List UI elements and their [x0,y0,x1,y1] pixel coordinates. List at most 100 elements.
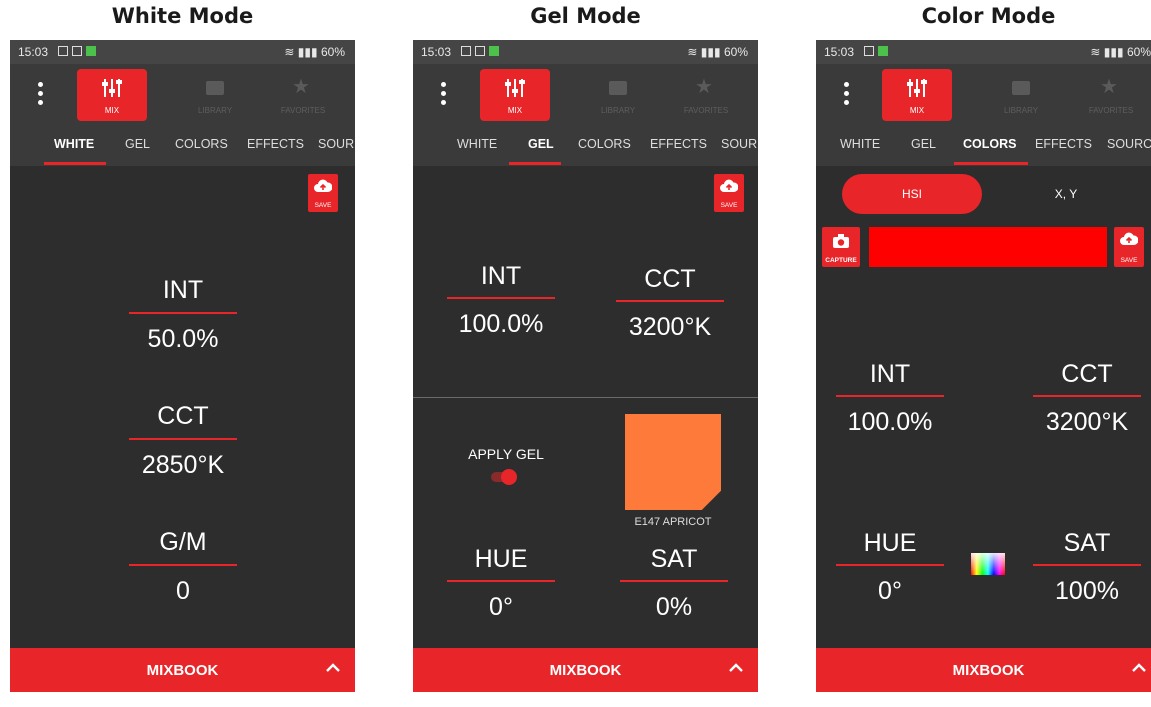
cloud-upload-icon [314,179,332,192]
status-time: 15:03 [824,45,855,59]
cct-divider [129,438,237,440]
int-value[interactable]: 50.0% [129,325,237,354]
cct-value[interactable]: 3200°K [616,313,724,342]
mixbook-bar[interactable]: MIXBOOK [10,648,355,692]
gel-color-swatch[interactable] [625,414,721,510]
sat-divider [620,580,728,582]
nav-favorites-label: FAVORITES [280,106,326,115]
mode-title: Color Mode [921,4,1056,28]
nav-library-button[interactable]: LIBRARY [583,69,653,121]
nav-library-button[interactable]: LIBRARY [986,69,1056,121]
int-label: INT [480,262,522,290]
status-bar: 15:03 ≋ ▮▮▮ 60% [10,40,355,64]
save-label: SAVE [314,202,332,209]
sat-value[interactable]: 100% [1033,577,1141,606]
nav-favorites-button[interactable]: ★ FAVORITES [1076,69,1146,121]
mode-tabs: WHITE GEL COLORS EFFECTS SOUR [413,126,758,166]
nav-mix-label: MIX [909,106,925,115]
star-icon: ★ [292,76,310,98]
chevron-up-icon[interactable] [728,660,744,676]
star-icon: ★ [695,76,713,98]
chevron-up-icon[interactable] [1131,660,1147,676]
folder-icon [206,81,224,95]
cct-label: CCT [157,402,209,430]
int-value[interactable]: 100.0% [447,310,555,339]
mixbook-label: MIXBOOK [549,662,622,679]
more-menu-icon[interactable] [844,82,850,109]
gallery-icon [461,46,471,56]
tab-source[interactable]: SOUR [721,137,757,151]
segment-xy[interactable]: X, Y [996,174,1136,214]
battery-status: ≋ ▮▮▮ 60% [687,45,748,59]
save-button[interactable]: SAVE [308,174,338,212]
nav-favorites-button[interactable]: ★ FAVORITES [268,69,338,121]
cct-divider [616,300,724,302]
mixer-icon [102,79,122,97]
play-icon [864,46,874,56]
battery-percent: 60% [320,45,345,59]
int-value[interactable]: 100.0% [836,408,944,437]
nav-mix-button[interactable]: MIX [882,69,952,121]
mixbook-bar[interactable]: MIXBOOK [816,648,1151,692]
tab-source[interactable]: SOURC [1107,137,1151,151]
status-bar: 15:03 ≋ ▮▮▮ 60% [413,40,758,64]
folder-icon [1012,81,1030,95]
tab-effects[interactable]: EFFECTS [650,137,707,151]
nav-library-label: LIBRARY [1003,106,1039,115]
tab-effects[interactable]: EFFECTS [247,137,304,151]
nav-favorites-label: FAVORITES [683,106,729,115]
app-bar: MIX LIBRARY ★ FAVORITES [10,64,355,126]
cct-value[interactable]: 2850°K [129,451,237,480]
gel-name: E147 APRICOT [634,516,712,528]
cloud-upload-icon [1120,232,1138,245]
camera-icon [833,234,849,248]
cct-value[interactable]: 3200°K [1033,408,1141,437]
color-picker-icon[interactable] [971,553,1005,575]
active-tab-indicator [509,162,561,165]
app-notification-icon [86,46,96,56]
save-button[interactable]: SAVE [714,174,744,212]
capture-button[interactable]: CAPTURE [822,227,860,267]
phone-screen: 15:03 ≋ ▮▮▮ 60% MIX LIBRARY ★ FAVORITES … [413,40,758,692]
chevron-up-icon[interactable] [325,660,341,676]
more-menu-icon[interactable] [441,82,447,109]
tab-gel[interactable]: GEL [911,137,936,151]
mixbook-bar[interactable]: MIXBOOK [413,648,758,692]
tab-white[interactable]: WHITE [840,137,880,151]
tab-colors[interactable]: COLORS [578,137,631,151]
nav-mix-button[interactable]: MIX [77,69,147,121]
play-icon [475,46,485,56]
toggle-knob [501,469,517,485]
tab-source[interactable]: SOUR [318,137,354,151]
nav-library-button[interactable]: LIBRARY [180,69,250,121]
app-bar: MIX LIBRARY ★ FAVORITES [816,64,1151,126]
nav-mix-button[interactable]: MIX [480,69,550,121]
mode-tabs: WHITE GEL COLORS EFFECTS SOUR [10,126,355,166]
tab-gel[interactable]: GEL [125,137,150,151]
notification-icons [461,46,499,56]
tab-colors[interactable]: COLORS [175,137,228,151]
nav-mix-label: MIX [104,106,120,115]
app-notification-icon [489,46,499,56]
gm-value[interactable]: 0 [129,577,237,606]
cloud-upload-icon [720,179,738,192]
tab-gel[interactable]: GEL [528,137,554,151]
more-menu-icon[interactable] [38,82,44,109]
sat-label: SAT [1063,529,1111,557]
mode-title: Gel Mode [530,4,641,28]
tab-effects[interactable]: EFFECTS [1035,137,1092,151]
tab-white[interactable]: WHITE [457,137,497,151]
gm-label: G/M [159,528,207,556]
tab-colors[interactable]: COLORS [963,137,1016,151]
tab-white[interactable]: WHITE [54,137,94,151]
save-button[interactable]: SAVE [1114,227,1144,267]
hue-value[interactable]: 0° [836,577,944,606]
segment-hsi[interactable]: HSI [842,174,982,214]
int-divider [447,297,555,299]
int-divider [129,312,237,314]
nav-favorites-button[interactable]: ★ FAVORITES [671,69,741,121]
sat-value[interactable]: 0% [620,593,728,622]
battery-status: ≋ ▮▮▮ 60% [1090,45,1151,59]
hue-value[interactable]: 0° [447,593,555,622]
hue-divider [447,580,555,582]
